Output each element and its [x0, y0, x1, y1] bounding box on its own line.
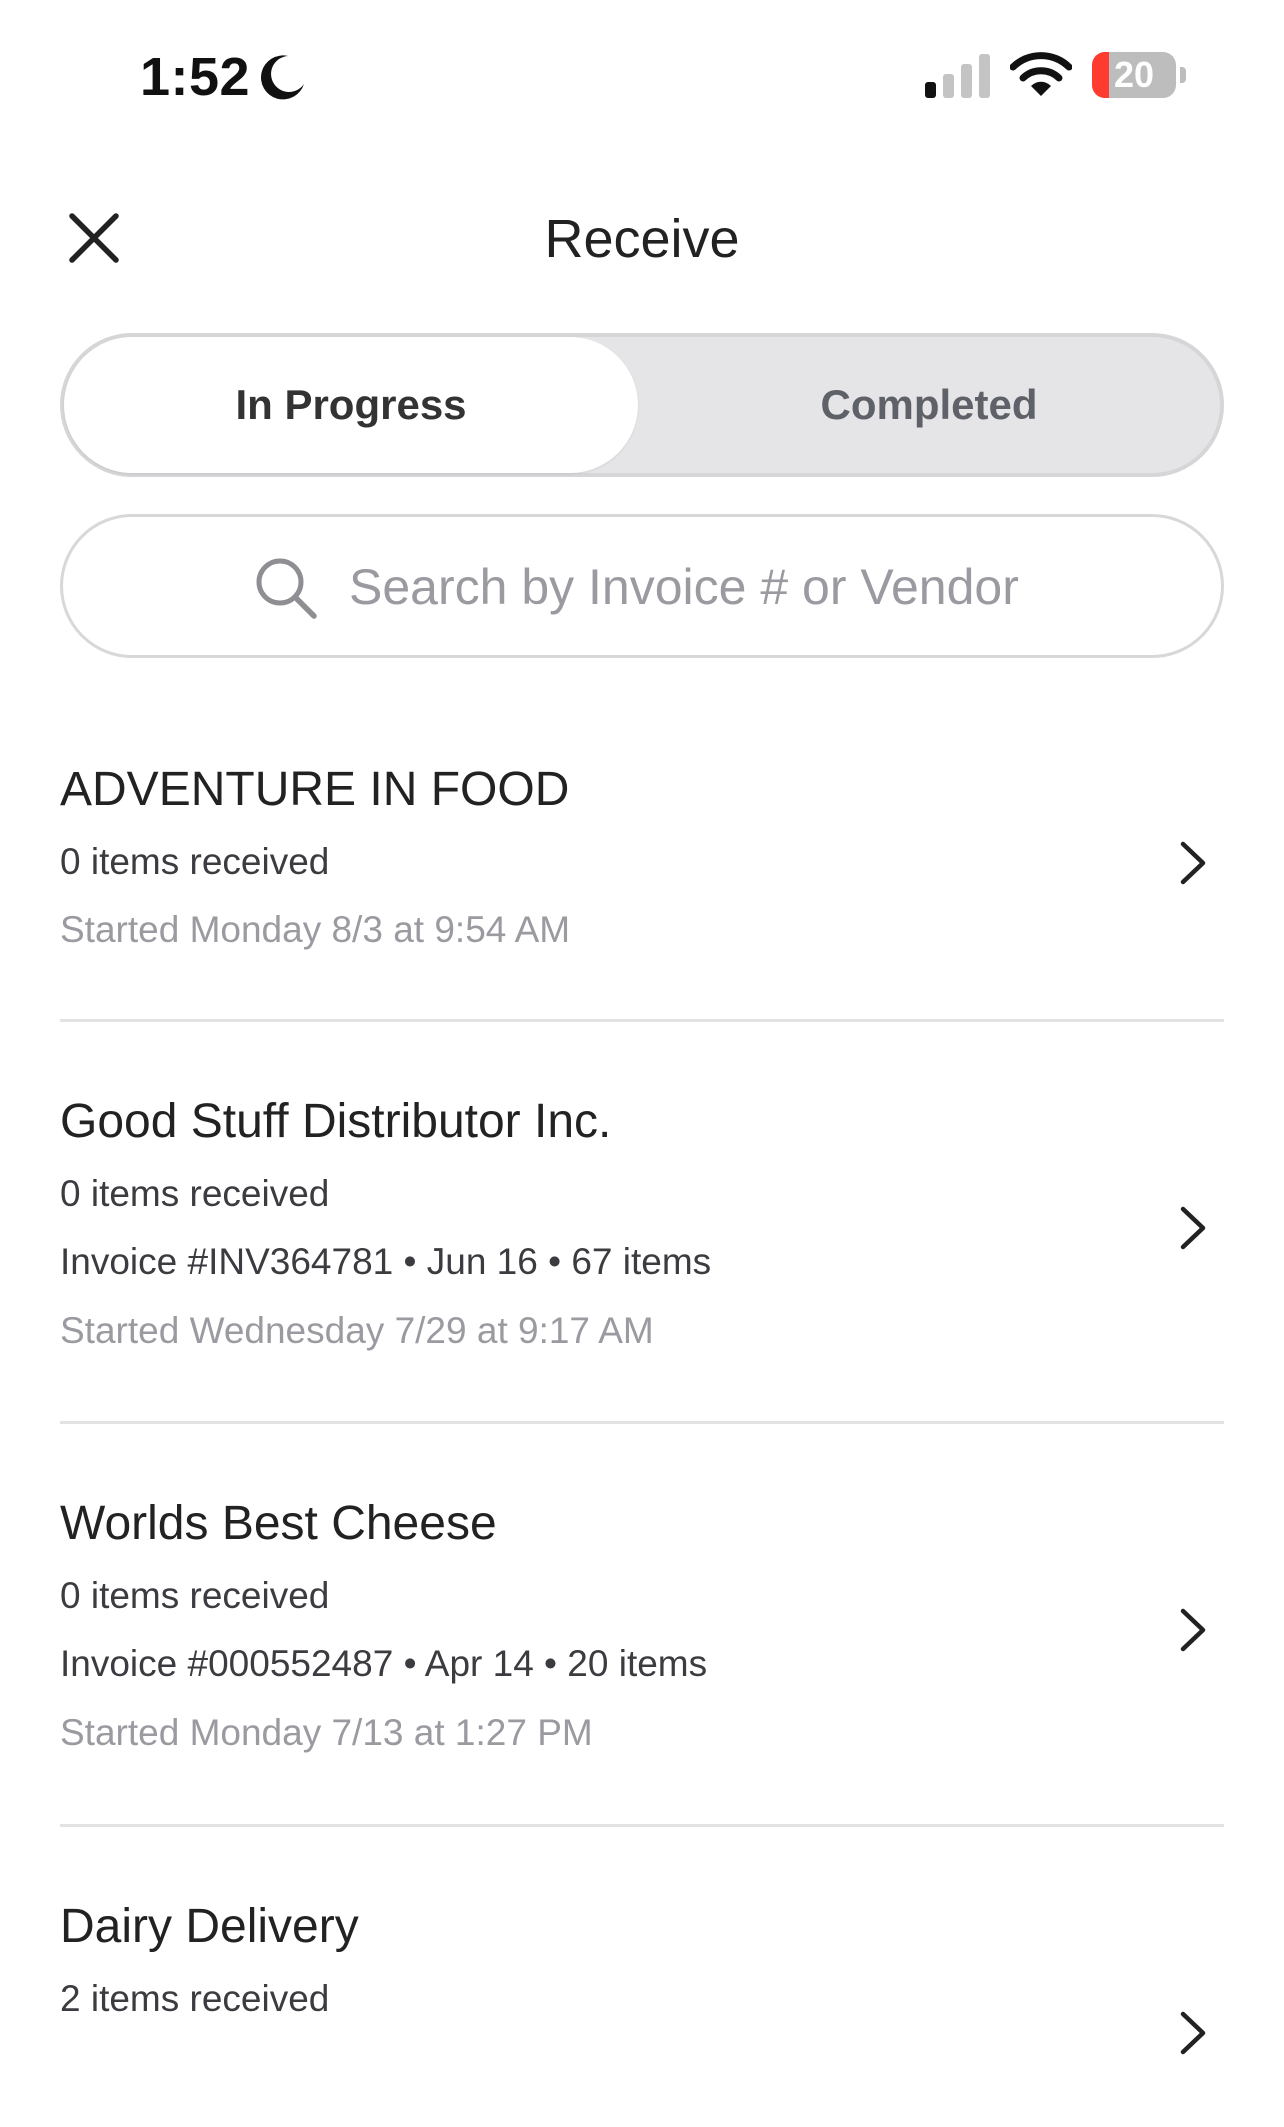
chevron-right-icon: [1180, 2011, 1206, 2055]
receiving-row-dairy-delivery[interactable]: Dairy Delivery 2 items received: [60, 1827, 1224, 2127]
cellular-signal-icon: [925, 54, 990, 98]
started-date: Started Monday 8/3 at 9:54 AM: [60, 909, 571, 950]
vendor-name: ADVENTURE IN FOOD: [60, 763, 570, 816]
battery-percentage: 20: [1113, 54, 1155, 95]
status-segmented-control: In Progress Completed: [60, 333, 1224, 477]
items-received: 0 items received: [60, 1173, 330, 1214]
battery-body: 20: [1092, 52, 1176, 98]
status-bar: 1:52 20: [0, 0, 1284, 150]
receiving-row-good-stuff-distributor[interactable]: Good Stuff Distributor Inc. 0 items rece…: [60, 1022, 1224, 1424]
search-bar[interactable]: [60, 514, 1224, 658]
battery-cap: [1180, 67, 1186, 83]
battery-icon: 20: [1092, 52, 1188, 100]
receiving-row-adventure-in-food[interactable]: ADVENTURE IN FOOD 0 items received Start…: [60, 700, 1224, 1022]
moon-icon: [261, 55, 304, 100]
wifi-icon: [1010, 52, 1072, 96]
invoice-details: Invoice #INV364781 • Jun 16 • 67 items: [60, 1241, 712, 1282]
tab-completed[interactable]: Completed: [638, 337, 1220, 473]
items-received: 0 items received: [60, 841, 330, 882]
search-input[interactable]: [349, 547, 1169, 627]
items-received: 0 items received: [60, 1575, 330, 1616]
chevron-right-icon: [1180, 1206, 1206, 1250]
chevron-right-icon: [1180, 1608, 1206, 1652]
receiving-row-worlds-best-cheese[interactable]: Worlds Best Cheese 0 items received Invo…: [60, 1424, 1224, 1827]
status-time: 1:52: [140, 47, 251, 107]
header: Receive: [0, 190, 1284, 286]
receiving-list: ADVENTURE IN FOOD 0 items received Start…: [60, 700, 1224, 2127]
page-title: Receive: [544, 209, 740, 269]
vendor-name: Good Stuff Distributor Inc.: [60, 1095, 612, 1148]
invoice-details: Invoice #000552487 • Apr 14 • 20 items: [60, 1643, 708, 1684]
items-received: 2 items received: [60, 1978, 330, 2019]
chevron-right-icon: [1180, 841, 1206, 885]
tab-in-progress[interactable]: In Progress: [64, 337, 638, 473]
started-date: Started Monday 7/13 at 1:27 PM: [60, 1712, 593, 1753]
vendor-name: Dairy Delivery: [60, 1900, 359, 1953]
vendor-name: Worlds Best Cheese: [60, 1497, 497, 1550]
started-date: Started Wednesday 7/29 at 9:17 AM: [60, 1310, 654, 1351]
search-icon: [256, 558, 317, 619]
